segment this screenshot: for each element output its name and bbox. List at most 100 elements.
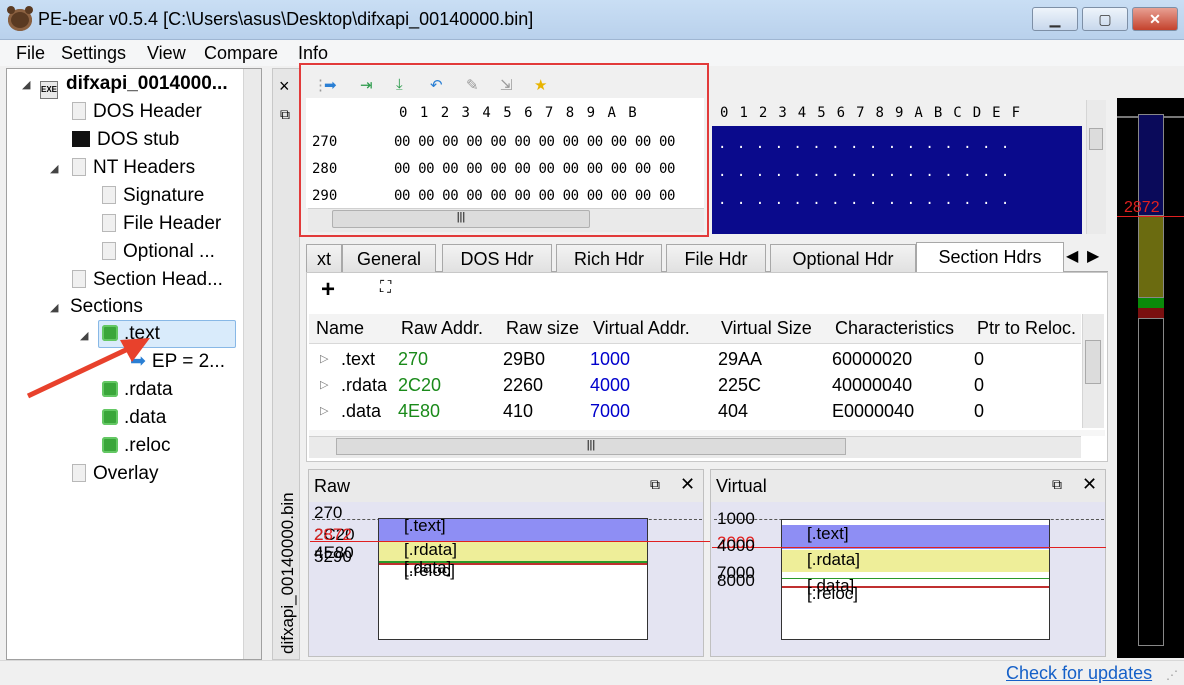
expand-arrow-icon[interactable]: ◢ <box>22 78 30 91</box>
menu-file[interactable]: File <box>16 43 45 64</box>
document-icon <box>72 158 86 176</box>
tree-item-root[interactable]: EXE difxapi_0014000... <box>40 71 228 99</box>
cell-characteristics[interactable]: 40000040 <box>832 375 912 396</box>
tab-scroll-right-icon[interactable]: ▶ <box>1087 246 1099 266</box>
dock-close-icon[interactable]: × <box>279 76 290 97</box>
raw-map-title: Raw <box>309 470 703 502</box>
tree-item-file-header[interactable]: File Header <box>102 211 221 237</box>
col-header-virtual-addr[interactable]: Virtual Addr. <box>593 318 690 339</box>
raw-section-label: [.rdata] <box>404 540 457 559</box>
tree-item-overlay[interactable]: Overlay <box>72 461 158 487</box>
raw-section-label: [.reloc] <box>404 561 456 580</box>
cell-virtual-size[interactable]: 29AA <box>718 349 762 370</box>
virtual-section-label: [.text] <box>807 524 849 543</box>
close-button[interactable]: ✕ <box>1132 7 1178 31</box>
tree-label: Optional ... <box>123 241 215 262</box>
tree-label: DOS stub <box>97 129 180 150</box>
col-header-virtual-size[interactable]: Virtual Size <box>721 318 812 339</box>
cell-virtual-size[interactable]: 404 <box>718 401 748 422</box>
expand-arrow-icon[interactable]: ◢ <box>50 301 58 314</box>
cell-raw-size[interactable]: 2260 <box>503 375 543 396</box>
cell-virtual-addr[interactable]: 1000 <box>590 349 630 370</box>
tab-section-hdrs[interactable]: Section Hdrs <box>916 242 1064 272</box>
check-updates-link[interactable]: Check for updates <box>1006 663 1152 684</box>
overview-rdata-region <box>1138 216 1164 298</box>
tab-general[interactable]: General <box>342 244 436 272</box>
document-icon <box>72 102 86 120</box>
dock-float-icon[interactable]: ⧉ <box>280 106 290 123</box>
tree-label: .data <box>124 407 167 428</box>
col-header-raw-size[interactable]: Raw size <box>506 318 579 339</box>
tree-item-reloc[interactable]: .reloc <box>102 433 170 459</box>
cell-raw-size[interactable]: 29B0 <box>503 349 545 370</box>
cell-characteristics[interactable]: E0000040 <box>832 401 914 422</box>
hex-vscrollbar[interactable] <box>1086 100 1106 234</box>
hex-vscroll-thumb[interactable] <box>1089 128 1103 150</box>
tab-xt[interactable]: xt <box>306 244 342 272</box>
cell-virtual-addr[interactable]: 7000 <box>590 401 630 422</box>
virtual-addr-label: 1000 <box>717 509 755 528</box>
tree-label: Overlay <box>93 463 159 484</box>
expand-arrow-icon[interactable]: ◢ <box>50 162 58 175</box>
virtual-map-close-icon[interactable]: ✕ <box>1082 474 1097 495</box>
menu-view[interactable]: View <box>147 43 186 64</box>
row-expand-icon[interactable]: ▷ <box>320 404 328 417</box>
raw-map-float-icon[interactable]: ⧉ <box>650 476 660 493</box>
table-vscroll-thumb[interactable] <box>1085 340 1101 384</box>
tree-item-section-headers[interactable]: Section Head... <box>72 267 223 293</box>
menu-compare[interactable]: Compare <box>204 43 278 64</box>
virtual-section-label: [.reloc] <box>807 584 859 603</box>
cell-raw-addr[interactable]: 4E80 <box>398 401 440 422</box>
cell-ptr-reloc[interactable]: 0 <box>974 375 984 396</box>
maximize-button[interactable]: ▢ <box>1082 7 1128 31</box>
cell-virtual-addr[interactable]: 4000 <box>590 375 630 396</box>
tab-file-hdr[interactable]: File Hdr <box>666 244 766 272</box>
menu-info[interactable]: Info <box>298 43 328 64</box>
tab-dos-hdr[interactable]: DOS Hdr <box>442 244 552 272</box>
minimize-button[interactable]: ▁ <box>1032 7 1078 31</box>
tab-scroll-left-icon[interactable]: ◀ <box>1066 246 1078 266</box>
ascii-row: . . . . . . . . . . . . . . . . <box>718 192 1011 208</box>
raw-map-close-icon[interactable]: ✕ <box>680 474 695 495</box>
exe-file-icon: EXE <box>40 81 58 99</box>
tree-item-signature[interactable]: Signature <box>102 183 204 209</box>
add-section-button[interactable]: + <box>321 276 335 304</box>
tree-item-sections[interactable]: Sections <box>70 294 143 320</box>
row-expand-icon[interactable]: ▷ <box>320 352 328 365</box>
cell-virtual-size[interactable]: 225C <box>718 375 761 396</box>
col-header-ptr-reloc[interactable]: Ptr to Reloc. <box>977 318 1079 339</box>
tree-scrollbar[interactable] <box>243 69 261 659</box>
puzzle-section-icon <box>102 437 118 453</box>
menu-settings[interactable]: Settings <box>61 43 126 64</box>
cell-name[interactable]: .rdata <box>341 375 387 396</box>
overview-reloc-region <box>1138 308 1164 318</box>
window-title: PE-bear v0.5.4 [C:\Users\asus\Desktop\di… <box>38 9 534 29</box>
ascii-col-header: 0123456789ABCDEF <box>720 105 1031 121</box>
tree-item-dos-stub[interactable]: DOS stub <box>72 127 179 153</box>
tree-label: NT Headers <box>93 157 196 178</box>
col-header-name[interactable]: Name <box>316 318 364 339</box>
tree-item-optional[interactable]: Optional ... <box>102 239 215 265</box>
virtual-map-float-icon[interactable]: ⧉ <box>1052 476 1062 493</box>
cell-raw-addr[interactable]: 2C20 <box>398 375 441 396</box>
cell-raw-size[interactable]: 410 <box>503 401 533 422</box>
cell-characteristics[interactable]: 60000020 <box>832 349 912 370</box>
col-header-characteristics[interactable]: Characteristics <box>835 318 954 339</box>
tab-rich-hdr[interactable]: Rich Hdr <box>556 244 662 272</box>
fit-columns-icon[interactable]: ⛶ <box>380 279 391 297</box>
table-hscroll-thumb[interactable]: ||| <box>336 438 846 455</box>
tree-item-nt-headers[interactable]: NT Headers <box>72 155 195 181</box>
cell-ptr-reloc[interactable]: 0 <box>974 349 984 370</box>
row-expand-icon[interactable]: ▷ <box>320 378 328 391</box>
tab-optional-hdr[interactable]: Optional Hdr <box>770 244 916 272</box>
cell-raw-addr[interactable]: 270 <box>398 349 428 370</box>
cell-name[interactable]: .text <box>341 349 375 370</box>
tree-item-dos-header[interactable]: DOS Header <box>72 99 202 125</box>
resize-grip-icon[interactable]: ⋰ <box>1166 668 1178 682</box>
raw-section-label: [.text] <box>404 516 446 535</box>
col-header-raw-addr[interactable]: Raw Addr. <box>401 318 483 339</box>
tree-label: .reloc <box>124 435 171 456</box>
cell-name[interactable]: .data <box>341 401 381 422</box>
cell-ptr-reloc[interactable]: 0 <box>974 401 984 422</box>
tree-label: DOS Header <box>93 101 202 122</box>
